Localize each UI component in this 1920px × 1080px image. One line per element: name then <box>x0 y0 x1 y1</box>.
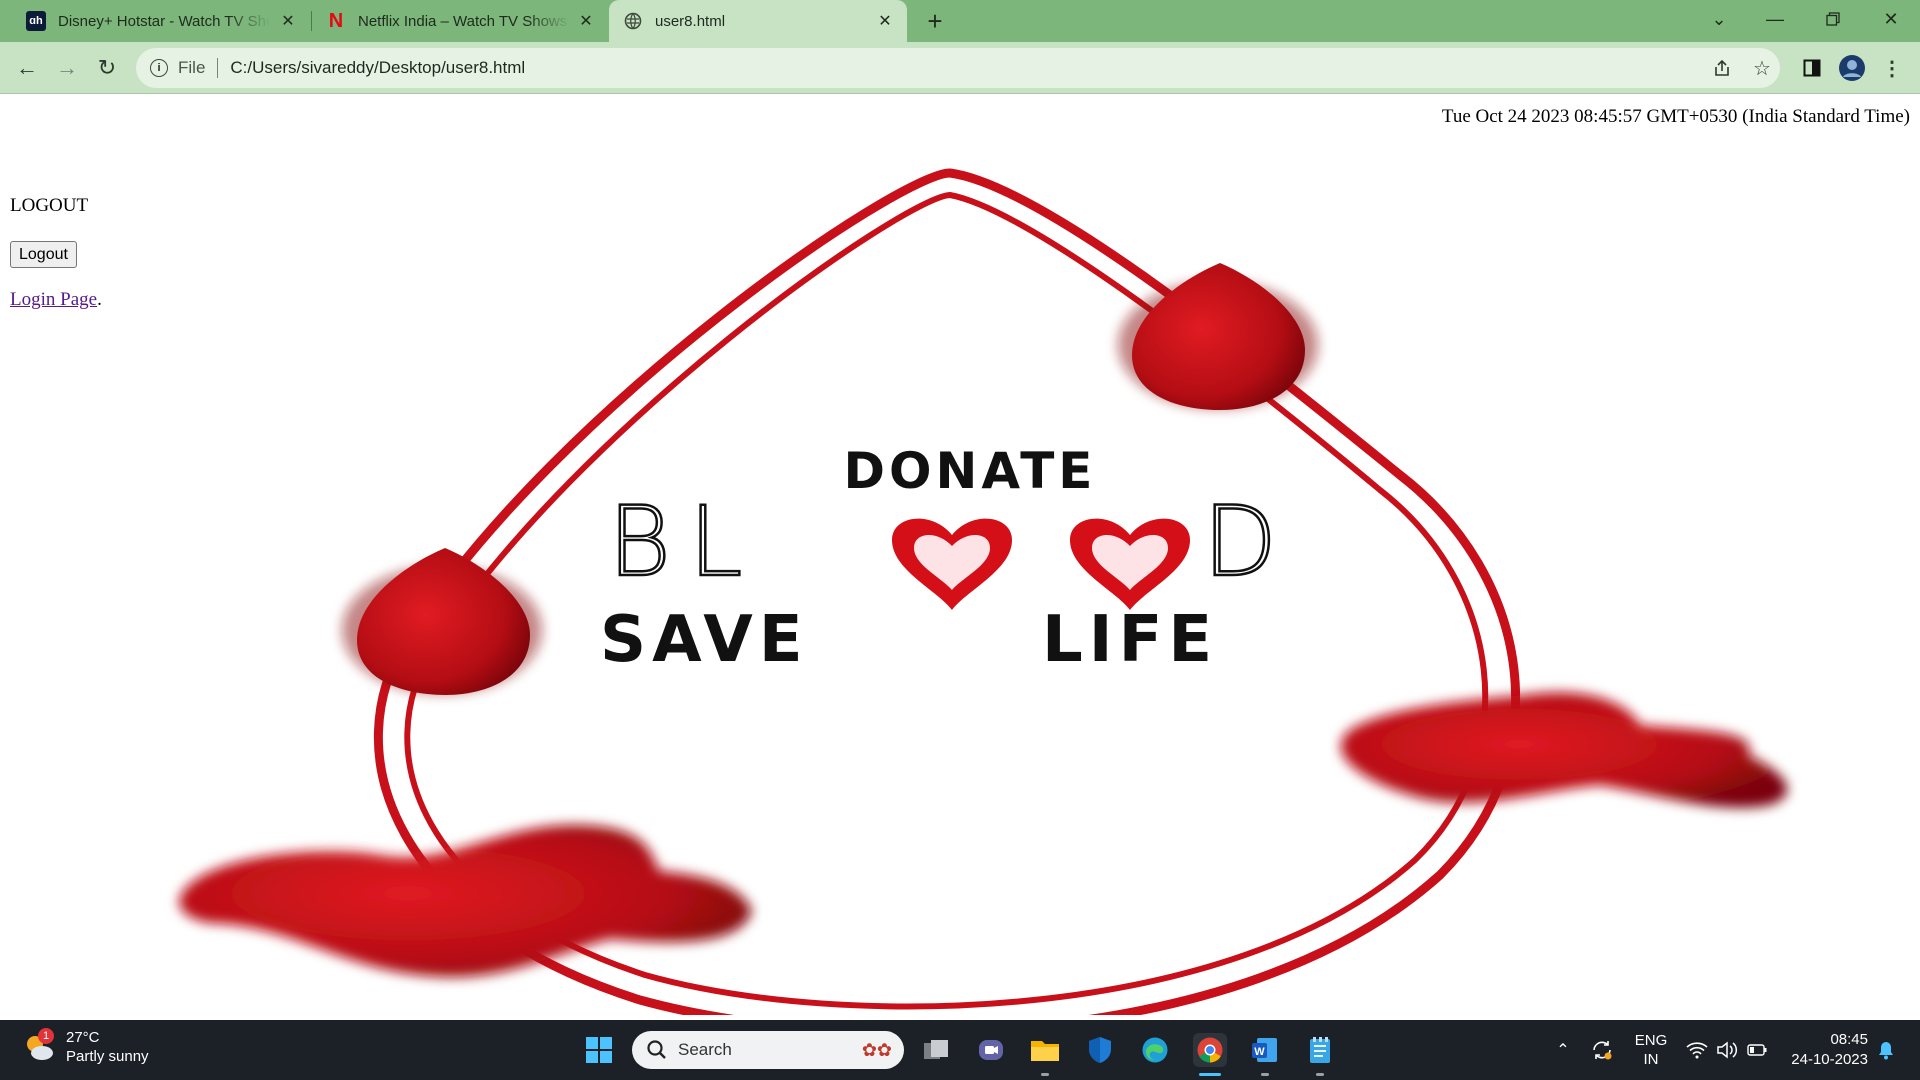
heart-icon <box>1070 518 1190 610</box>
weather-badge: 1 <box>38 1028 54 1044</box>
logout-button[interactable]: Logout <box>10 241 77 268</box>
login-link-suffix: . <box>97 289 102 310</box>
login-page-link[interactable]: Login Page <box>10 289 97 310</box>
url-text[interactable]: C:/Users/sivareddy/Desktop/user8.html <box>230 58 525 78</box>
security-shield-icon[interactable] <box>1083 1033 1117 1067</box>
task-view-icon[interactable] <box>919 1033 953 1067</box>
taskbar-search[interactable]: Search ✿✿ <box>632 1031 904 1069</box>
tab-title: Netflix India – Watch TV Shows Online <box>358 12 570 30</box>
notification-bell-icon[interactable] <box>1872 1020 1900 1080</box>
tab-user8[interactable]: user8.html ✕ <box>609 0 907 42</box>
menu-kebab-icon[interactable]: ⋮ <box>1878 54 1906 82</box>
netflix-icon: N <box>328 9 344 32</box>
language-indicator[interactable]: ENG IN <box>1626 1020 1676 1080</box>
close-icon[interactable]: ✕ <box>576 11 596 31</box>
reload-icon[interactable]: ↻ <box>93 54 121 82</box>
share-icon[interactable] <box>1708 54 1736 82</box>
window-close-icon[interactable]: ✕ <box>1862 0 1920 38</box>
save-word: SAVE <box>600 603 809 677</box>
omnibox-divider <box>217 58 219 78</box>
tab-title: user8.html <box>655 12 726 30</box>
file-explorer-icon[interactable] <box>1028 1033 1062 1067</box>
heart-icon <box>892 518 1012 610</box>
battery-icon[interactable] <box>1744 1020 1770 1080</box>
address-bar[interactable]: i File C:/Users/sivareddy/Desktop/user8.… <box>136 48 1780 88</box>
login-link-line: Login Page. <box>10 289 102 311</box>
tab-hotstar[interactable]: ɑh Disney+ Hotstar - Watch TV Shows ✕ <box>14 0 310 42</box>
wifi-icon[interactable] <box>1684 1020 1710 1080</box>
hotstar-icon: ɑh <box>26 11 46 31</box>
browser-toolbar: ← → ↻ i File C:/Users/sivareddy/Desktop/… <box>0 42 1920 94</box>
close-icon[interactable]: ✕ <box>278 11 298 31</box>
weather-desc: Partly sunny <box>66 1048 149 1065</box>
minimize-icon[interactable]: — <box>1746 0 1804 38</box>
browser-tab-strip: ɑh Disney+ Hotstar - Watch TV Shows ✕ N … <box>0 0 1920 42</box>
info-icon[interactable]: i <box>150 59 168 77</box>
blood-splashes <box>179 692 1788 977</box>
edge-browser-icon[interactable] <box>1138 1033 1172 1067</box>
url-scheme: File <box>178 58 206 77</box>
search-icon <box>646 1039 668 1061</box>
back-icon[interactable]: ← <box>13 54 41 82</box>
svg-text:W: W <box>1254 1046 1265 1058</box>
clock-date: 24-10-2023 <box>1791 1051 1868 1068</box>
weather-widget[interactable]: 1 27°C Partly sunny <box>22 1028 149 1066</box>
donate-word: DONATE <box>844 442 1097 500</box>
side-panel-icon[interactable] <box>1798 54 1826 82</box>
current-datetime: Tue Oct 24 2023 08:45:57 GMT+0530 (India… <box>1441 106 1910 127</box>
profile-avatar-icon[interactable] <box>1838 54 1866 82</box>
diwali-search-highlight-icon: ✿✿ <box>861 1039 892 1060</box>
new-tab-icon[interactable]: + <box>922 6 948 36</box>
donate-blood-image: DONATE BL D SAVE LIFE <box>179 168 1788 1015</box>
notepad-icon[interactable] <box>1303 1033 1337 1067</box>
windows-start-icon[interactable] <box>582 1033 616 1067</box>
lang-bottom: IN <box>1643 1051 1659 1068</box>
clock-time: 08:45 <box>1830 1031 1868 1048</box>
blood-right-letter: D <box>1203 486 1277 598</box>
blood-left-letters: BL <box>608 486 760 598</box>
tab-netflix[interactable]: N Netflix India – Watch TV Shows Online … <box>312 0 608 42</box>
windows-taskbar: 1 27°C Partly sunny Search ✿✿ W ⌃ ENG IN… <box>0 1020 1920 1080</box>
running-indicator <box>1041 1073 1049 1076</box>
tab-title: Disney+ Hotstar - Watch TV Shows <box>58 12 270 30</box>
running-indicator <box>1261 1073 1269 1076</box>
page-content: DONATE BL D SAVE LIFE Tue Oct 24 2023 08… <box>0 95 1920 1019</box>
sync-icon[interactable] <box>1588 1020 1616 1080</box>
teams-chat-icon[interactable] <box>974 1033 1008 1067</box>
bookmark-star-icon[interactable]: ☆ <box>1748 54 1776 82</box>
search-placeholder: Search <box>678 1040 732 1059</box>
forward-icon[interactable]: → <box>53 54 81 82</box>
show-hidden-icons-chevron-icon[interactable]: ⌃ <box>1550 1020 1576 1080</box>
close-icon[interactable]: ✕ <box>875 11 895 31</box>
weather-temp: 27°C <box>66 1029 100 1046</box>
running-indicator <box>1316 1073 1324 1076</box>
chrome-icon[interactable] <box>1193 1033 1227 1067</box>
system-clock[interactable]: 08:45 24-10-2023 <box>1791 1030 1868 1070</box>
tab-search-icon[interactable]: ⌄ <box>1690 0 1748 38</box>
globe-icon <box>623 11 643 31</box>
partly-sunny-icon: 1 <box>22 1028 56 1064</box>
running-indicator-active <box>1199 1073 1221 1076</box>
word-icon[interactable]: W <box>1248 1033 1282 1067</box>
logout-heading: LOGOUT <box>10 195 89 216</box>
restore-icon[interactable] <box>1804 0 1862 38</box>
donate-blood-text: DONATE BL D SAVE LIFE <box>600 442 1278 677</box>
volume-icon[interactable] <box>1714 1020 1740 1080</box>
life-word: LIFE <box>1042 603 1218 677</box>
lang-top: ENG <box>1634 1032 1668 1049</box>
